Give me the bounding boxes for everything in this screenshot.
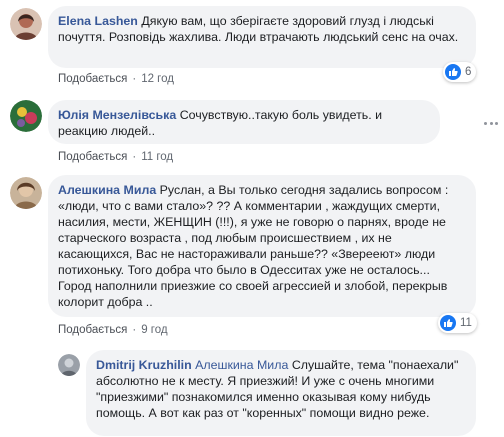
comment-actions: Подобається · 12 год bbox=[58, 73, 174, 85]
reply-author[interactable]: Dmitrij Kruzhilin bbox=[96, 358, 192, 372]
like-link[interactable]: Подобається bbox=[58, 151, 127, 163]
reaction-summary[interactable]: 11 bbox=[438, 313, 477, 333]
comment-text: Руслан, а Вы только сегодня задались воп… bbox=[58, 183, 449, 309]
comment-time[interactable]: 9 год bbox=[141, 324, 167, 336]
avatar[interactable] bbox=[10, 177, 42, 209]
comment-bubble: Юлія Мензелівська Сочувствую..такую боль… bbox=[48, 100, 440, 144]
avatar[interactable] bbox=[10, 100, 42, 132]
comment-actions: Подобається · 11 год bbox=[58, 151, 174, 163]
comment-author[interactable]: Elena Lashen bbox=[58, 14, 138, 28]
avatar[interactable] bbox=[10, 8, 42, 40]
avatar[interactable] bbox=[58, 354, 80, 376]
reaction-count: 11 bbox=[460, 317, 472, 329]
like-link[interactable]: Подобається bbox=[58, 324, 127, 336]
comment-bubble: Elena Lashen Дякую вам, що зберігаєте зд… bbox=[48, 6, 476, 68]
reaction-count: 6 bbox=[465, 66, 472, 78]
more-options-icon[interactable] bbox=[484, 122, 498, 126]
comment-author[interactable]: Юлія Мензелівська bbox=[58, 108, 176, 122]
comment-author[interactable]: Алешкина Мила bbox=[58, 183, 156, 197]
comment-bubble: Алешкина Мила Руслан, а Вы только сегодн… bbox=[48, 175, 476, 317]
reaction-summary[interactable]: 6 bbox=[443, 62, 477, 82]
comment-time[interactable]: 11 год bbox=[141, 151, 173, 163]
comment-actions: Подобається · 9 год bbox=[58, 324, 168, 336]
like-link[interactable]: Подобається bbox=[58, 73, 127, 85]
comment-time[interactable]: 12 год bbox=[141, 73, 174, 85]
like-icon bbox=[445, 64, 461, 80]
reply-mention[interactable]: Алешкина Мила bbox=[195, 358, 288, 372]
reply-bubble: Dmitrij Kruzhilin Алешкина Мила Слушайте… bbox=[86, 350, 476, 436]
like-icon bbox=[440, 315, 456, 331]
